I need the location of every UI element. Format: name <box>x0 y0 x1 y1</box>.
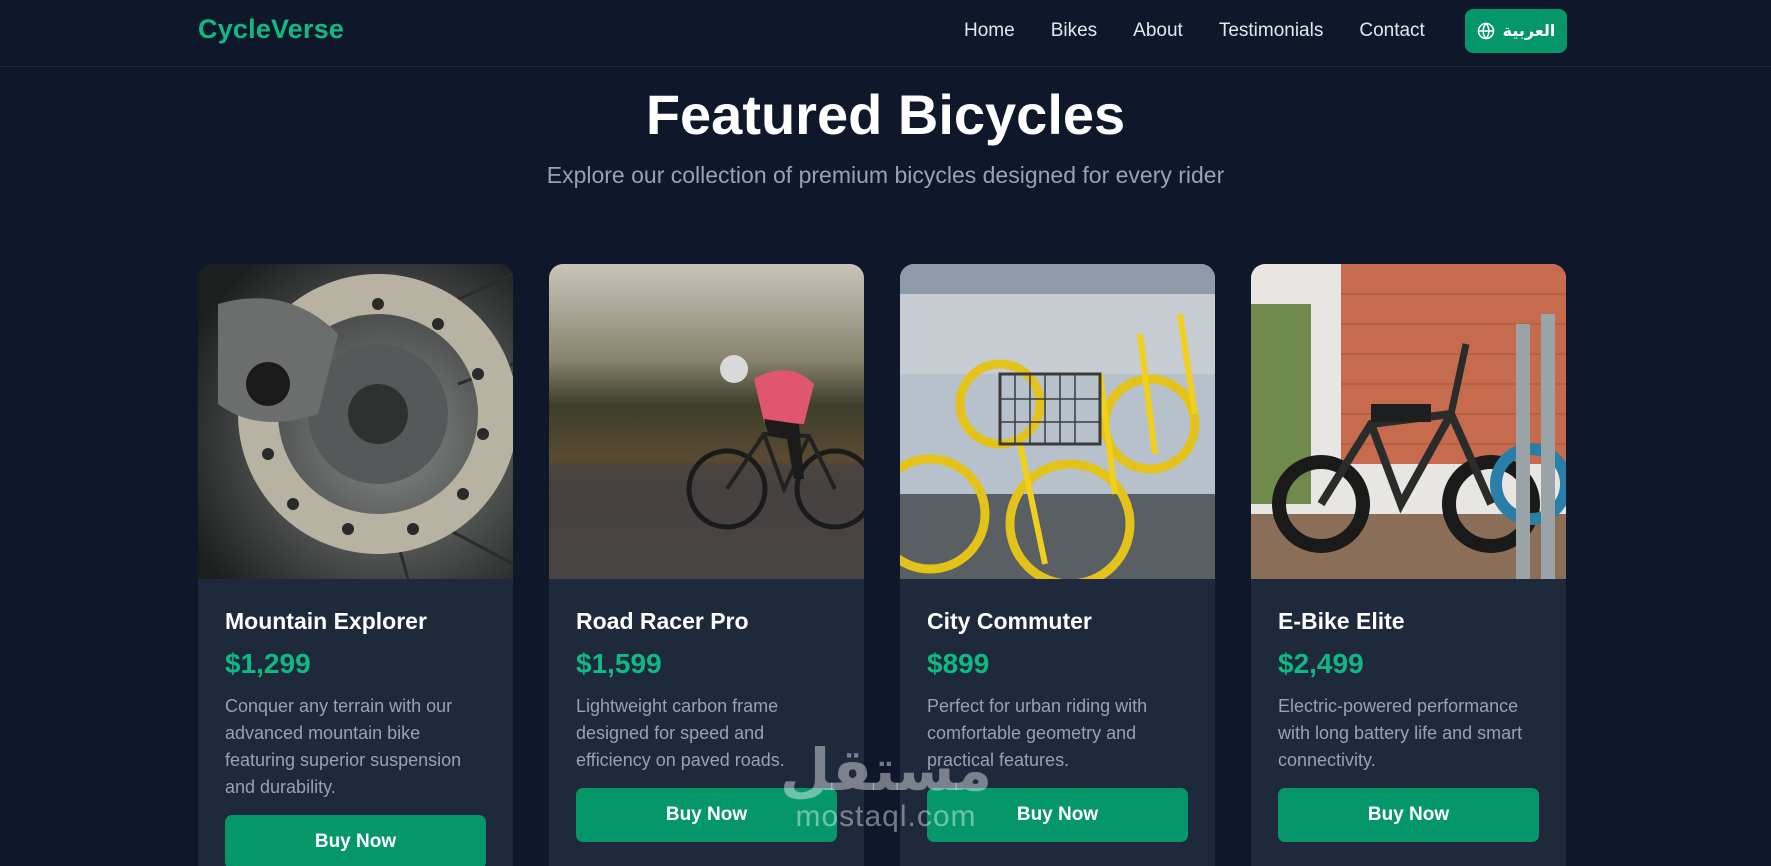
buy-now-button[interactable]: Buy Now <box>927 788 1188 842</box>
product-card-e-bike-elite: E-Bike Elite $2,499 Electric-powered per… <box>1251 264 1566 866</box>
product-description: Conquer any terrain with our advanced mo… <box>225 696 462 797</box>
section-title: Featured Bicycles <box>645 83 1126 146</box>
nav-link-about[interactable]: About <box>1133 20 1183 42</box>
product-title: City Commuter <box>927 608 1092 634</box>
product-image-road-cyclist <box>549 264 864 579</box>
product-title: Mountain Explorer <box>225 608 427 634</box>
product-card-road-racer-pro: Road Racer Pro $1,599 Lightweight carbon… <box>549 264 864 866</box>
product-price: $1,599 <box>576 648 662 679</box>
nav-link-contact[interactable]: Contact <box>1359 20 1424 42</box>
language-toggle-label: العربية <box>1502 23 1556 40</box>
product-image-electric-bikes <box>1251 264 1566 579</box>
nav-link-testimonials[interactable]: Testimonials <box>1219 20 1324 42</box>
nav-link-bikes[interactable]: Bikes <box>1051 20 1097 42</box>
nav-link-home[interactable]: Home <box>964 20 1015 42</box>
product-price: $1,299 <box>225 648 311 679</box>
nav-links: Home Bikes About Testimonials Contact <box>964 20 1461 42</box>
product-title: Road Racer Pro <box>576 608 749 634</box>
product-card-mountain-explorer: Mountain Explorer $1,299 Conquer any ter… <box>198 264 513 866</box>
product-image-yellow-bikes <box>900 264 1215 579</box>
navbar: CycleVerse Home Bikes About Testimonials… <box>0 0 1771 67</box>
brand-logo[interactable]: CycleVerse <box>198 14 344 45</box>
language-toggle-button[interactable]: العربية <box>1465 9 1567 53</box>
product-title: E-Bike Elite <box>1278 608 1405 634</box>
product-card-city-commuter: City Commuter $899 Perfect for urban rid… <box>900 264 1215 866</box>
product-description: Lightweight carbon frame designed for sp… <box>576 696 785 770</box>
product-price: $2,499 <box>1278 648 1364 679</box>
buy-now-button[interactable]: Buy Now <box>225 815 486 866</box>
product-image-disc-brake <box>198 264 513 579</box>
section-subtitle: Explore our collection of premium bicycl… <box>546 162 1225 188</box>
product-description: Electric-powered performance with long b… <box>1278 696 1523 770</box>
product-description: Perfect for urban riding with comfortabl… <box>927 696 1148 770</box>
product-price: $899 <box>927 648 990 679</box>
buy-now-button[interactable]: Buy Now <box>1278 788 1539 842</box>
globe-icon <box>1477 22 1494 40</box>
buy-now-button[interactable]: Buy Now <box>576 788 837 842</box>
